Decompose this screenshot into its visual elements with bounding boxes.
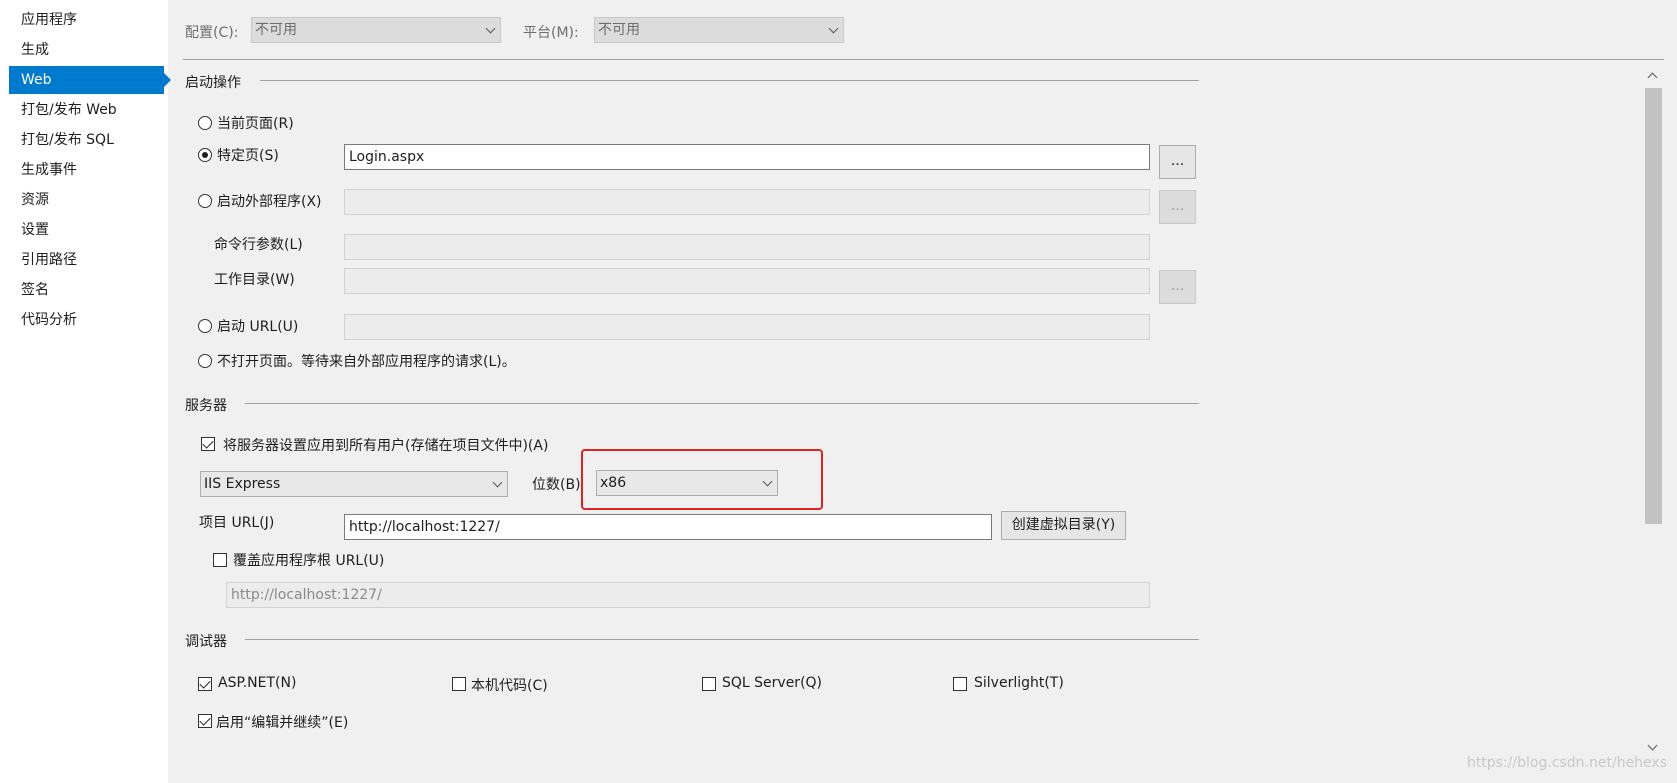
server-value: IIS Express xyxy=(204,476,281,492)
servers-divider xyxy=(245,403,1199,404)
apply-all-users-checkbox[interactable] xyxy=(201,437,215,451)
sql-server-label[interactable]: SQL Server(Q) xyxy=(722,675,822,691)
cmd-args-input[interactable] xyxy=(344,234,1150,260)
apply-all-users-label[interactable]: 将服务器设置应用到所有用户(存储在项目文件中)(A) xyxy=(223,435,548,455)
servers-heading: 服务器 xyxy=(185,398,227,414)
server-dropdown[interactable]: IIS Express xyxy=(200,471,508,497)
platform-value: 不可用 xyxy=(598,22,640,38)
platform-label: 平台(M): xyxy=(523,25,579,41)
edit-continue-checkbox[interactable] xyxy=(198,714,212,728)
external-program-input[interactable] xyxy=(344,189,1150,215)
current-page-radio[interactable] xyxy=(198,116,212,130)
sidebar-item-web[interactable]: Web xyxy=(9,66,171,94)
specific-page-label[interactable]: 特定页(S) xyxy=(217,145,279,165)
working-dir-label: 工作目录(W) xyxy=(214,272,295,288)
sidebar-item-resources[interactable]: 资源 xyxy=(9,186,164,214)
sidebar-item-build[interactable]: 生成 xyxy=(9,36,164,64)
native-code-checkbox[interactable] xyxy=(452,677,466,691)
config-dropdown[interactable]: 不可用 xyxy=(251,17,501,43)
dont-open-label[interactable]: 不打开页面。等待来自外部应用程序的请求(L)。 xyxy=(217,351,516,371)
specific-page-input[interactable]: Login.aspx xyxy=(344,144,1150,170)
project-url-input[interactable]: http://localhost:1227/ xyxy=(344,514,992,540)
working-dir-input[interactable] xyxy=(344,268,1150,294)
toolbar-divider xyxy=(183,59,1664,60)
sidebar-item-signing[interactable]: 签名 xyxy=(9,276,164,304)
silverlight-checkbox[interactable] xyxy=(953,677,967,691)
sidebar-item-package-sql[interactable]: 打包/发布 SQL xyxy=(9,126,164,154)
external-program-browse-button[interactable]: ... xyxy=(1159,190,1196,224)
specific-page-radio[interactable] xyxy=(198,148,212,162)
start-url-input[interactable] xyxy=(344,314,1150,340)
sidebar-item-package-web[interactable]: 打包/发布 Web xyxy=(9,96,164,124)
silverlight-label[interactable]: Silverlight(T) xyxy=(974,675,1064,691)
aspnet-label[interactable]: ASP.NET(N) xyxy=(218,675,296,691)
create-vdir-button[interactable]: 创建虚拟目录(Y) xyxy=(1001,511,1126,540)
watermark: https://blog.csdn.net/hehexs xyxy=(1466,755,1667,771)
sidebar-item-code-analysis[interactable]: 代码分析 xyxy=(9,306,164,334)
edit-continue-label[interactable]: 启用“编辑并继续”(E) xyxy=(216,712,348,732)
debuggers-heading: 调试器 xyxy=(185,634,227,650)
vertical-scrollbar[interactable] xyxy=(1644,66,1663,763)
platform-dropdown[interactable]: 不可用 xyxy=(594,17,844,43)
highlight-box xyxy=(581,449,823,510)
working-dir-browse-button[interactable]: ... xyxy=(1159,270,1196,304)
bitness-label: 位数(B) xyxy=(532,477,581,493)
scroll-up-icon[interactable] xyxy=(1647,72,1658,83)
start-url-radio[interactable] xyxy=(198,319,212,333)
chevron-down-icon xyxy=(485,23,496,34)
start-url-label[interactable]: 启动 URL(U) xyxy=(217,316,298,336)
project-url-label: 项目 URL(J) xyxy=(199,515,275,531)
start-action-heading: 启动操作 xyxy=(185,75,241,91)
sidebar-item-application[interactable]: 应用程序 xyxy=(9,6,164,34)
specific-page-browse-button[interactable]: ... xyxy=(1159,145,1196,179)
sidebar-item-reference-paths[interactable]: 引用路径 xyxy=(9,246,164,274)
sidebar-item-build-events[interactable]: 生成事件 xyxy=(9,156,164,184)
scroll-down-icon[interactable] xyxy=(1647,740,1658,751)
chevron-down-icon xyxy=(828,23,839,34)
chevron-down-icon xyxy=(492,477,503,488)
debuggers-divider xyxy=(245,639,1199,640)
aspnet-checkbox[interactable] xyxy=(198,677,212,691)
sidebar: 应用程序 生成 Web 打包/发布 Web 打包/发布 SQL 生成事件 资源 … xyxy=(0,0,171,783)
override-root-label[interactable]: 覆盖应用程序根 URL(U) xyxy=(233,550,384,570)
config-label: 配置(C): xyxy=(185,25,239,41)
sidebar-item-settings[interactable]: 设置 xyxy=(9,216,164,244)
start-action-divider xyxy=(260,80,1199,81)
config-value: 不可用 xyxy=(255,22,297,38)
override-root-input[interactable]: http://localhost:1227/ xyxy=(226,582,1150,608)
native-code-label[interactable]: 本机代码(C) xyxy=(471,675,548,695)
scroll-thumb[interactable] xyxy=(1645,88,1662,524)
start-external-label[interactable]: 启动外部程序(X) xyxy=(217,191,322,211)
sql-server-checkbox[interactable] xyxy=(702,677,716,691)
override-root-checkbox[interactable] xyxy=(213,553,227,567)
current-page-label[interactable]: 当前页面(R) xyxy=(217,113,294,133)
dont-open-radio[interactable] xyxy=(198,354,212,368)
start-external-radio[interactable] xyxy=(198,194,212,208)
cmd-args-label: 命令行参数(L) xyxy=(214,237,303,253)
